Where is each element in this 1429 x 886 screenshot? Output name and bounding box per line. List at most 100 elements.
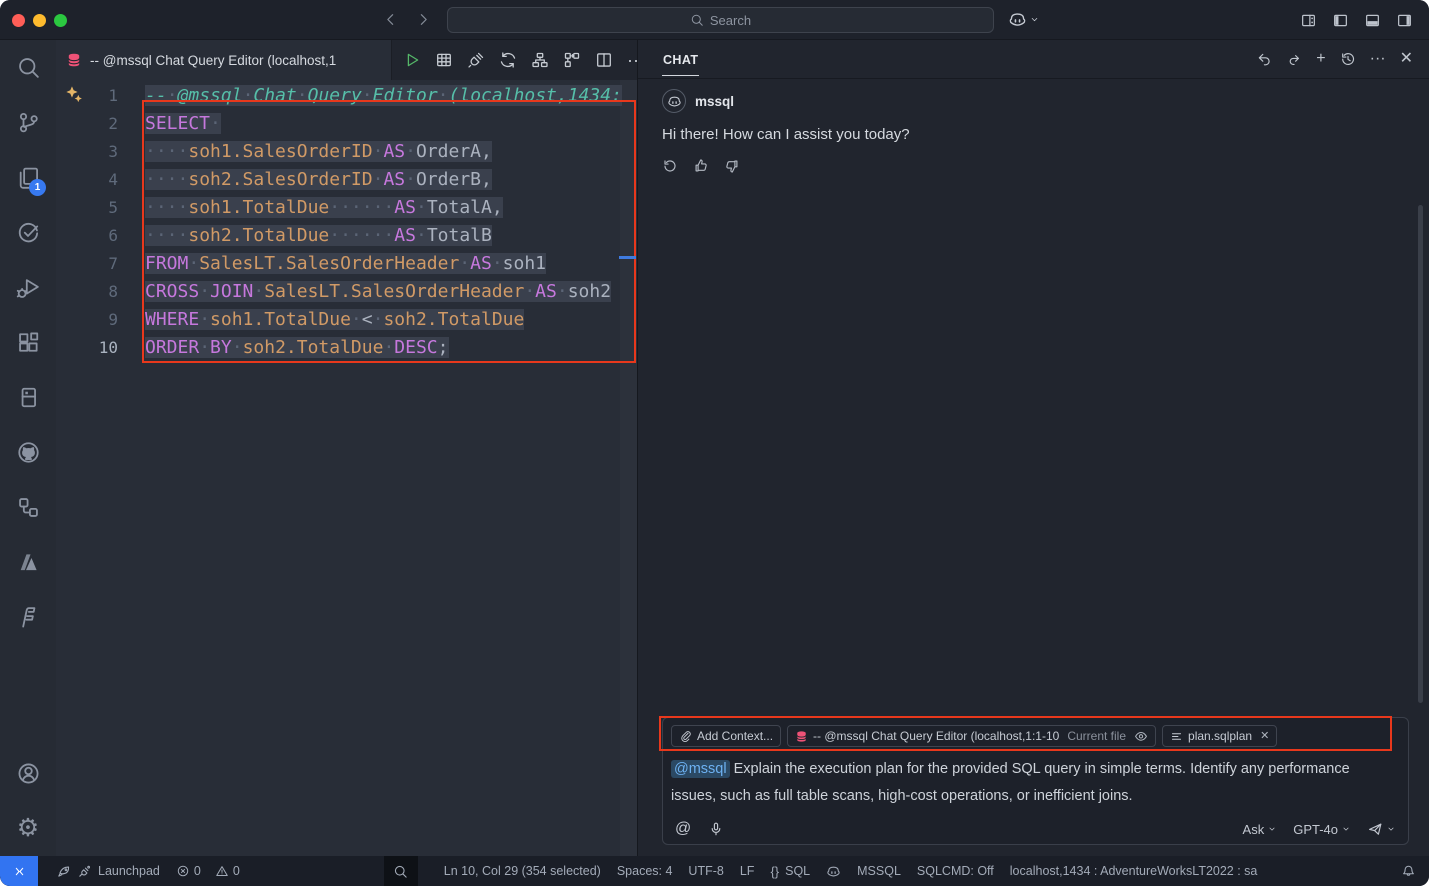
eol-status[interactable]: LF — [732, 864, 763, 878]
tab-chat[interactable]: CHAT — [662, 42, 699, 76]
thumbs-up-button[interactable] — [693, 158, 709, 174]
activity-item-sql-server[interactable] — [0, 370, 56, 425]
code-line-6[interactable]: 6 ····soh2.TotalDue······AS·TotalB — [56, 222, 637, 250]
panel-left-button[interactable] — [1332, 12, 1349, 29]
zoom-window-button[interactable] — [54, 14, 67, 27]
launchpad-status[interactable]: Launchpad — [48, 864, 168, 879]
code-line-4[interactable]: 4 ····soh2.SalesOrderID·AS·OrderB, — [56, 166, 637, 194]
notifications-status[interactable] — [1393, 864, 1429, 879]
activity-item-settings[interactable]: ⚙ — [0, 801, 56, 856]
mssql-provider-status[interactable]: MSSQL — [849, 864, 909, 878]
customize-layout-button[interactable] — [1300, 12, 1317, 29]
code-line-2[interactable]: 2 SELECT· — [56, 110, 637, 138]
chat-input-text[interactable]: @mssql Explain the execution plan for th… — [663, 747, 1408, 809]
parse-query-button[interactable] — [531, 51, 549, 69]
chat-more-button[interactable]: ··· — [1370, 51, 1386, 67]
customize-layout-icon — [1300, 12, 1317, 29]
thumb-down-icon — [724, 158, 740, 174]
minimize-window-button[interactable] — [33, 14, 46, 27]
paperclip-icon — [679, 730, 692, 743]
chat-new-chat-button[interactable]: + — [1316, 51, 1325, 67]
activity-item-source-control[interactable] — [0, 95, 56, 150]
sqlcmd-status[interactable]: SQLCMD: Off — [909, 864, 1002, 878]
close-button[interactable]: ✕ — [1260, 731, 1269, 742]
activity-item-object-explorer[interactable] — [0, 480, 56, 535]
editor-group: -- @mssql Chat Query Editor (localhost,1… — [56, 40, 637, 856]
panel-bottom-icon — [1364, 12, 1381, 29]
editor-toolbar: ··· — [392, 40, 645, 80]
ellipsis-icon: ··· — [1370, 51, 1386, 67]
copilot-status-status[interactable] — [818, 864, 849, 879]
indentation-status[interactable]: Spaces: 4 — [609, 864, 681, 878]
tab-chat-query-editor[interactable]: -- @mssql Chat Query Editor (localhost,1 — [56, 40, 392, 80]
check-circle-icon — [16, 220, 41, 245]
activity-item-fabric[interactable] — [0, 590, 56, 645]
copilot-menu-button[interactable] — [1008, 10, 1040, 29]
results-grid-button[interactable] — [435, 51, 453, 69]
change-connection-button[interactable] — [499, 51, 517, 69]
panel-bottom-button[interactable] — [1364, 12, 1381, 29]
line-number: 2 — [56, 110, 118, 138]
chat-scrollbar[interactable] — [1418, 205, 1423, 703]
chat-redo-button[interactable] — [1286, 51, 1302, 67]
command-center-search[interactable]: Search — [447, 7, 994, 33]
activity-item-run-and-debug[interactable] — [0, 260, 56, 315]
code-line-10[interactable]: 10 ORDER·BY·soh2.TotalDue·DESC; — [56, 334, 637, 362]
estimated-plan-button[interactable] — [563, 51, 581, 69]
model-picker[interactable]: GPT-4o — [1293, 822, 1351, 837]
arrow-left-button[interactable] — [382, 11, 399, 28]
mode-picker[interactable]: Ask — [1243, 822, 1278, 837]
thumbs-down-button[interactable] — [724, 158, 740, 174]
activity-item-github[interactable] — [0, 425, 56, 480]
close-icon: ✕ — [1400, 51, 1413, 67]
file-context-chip[interactable]: -- @mssql Chat Query Editor (localhost,1… — [787, 725, 1156, 747]
zoom-indicator-status[interactable] — [384, 856, 418, 886]
cursor-position-status[interactable]: Ln 10, Col 29 (354 selected) — [436, 864, 609, 878]
connection-info-status[interactable]: localhost,1434 : AdventureWorksLT2022 : … — [1002, 864, 1266, 878]
mention-context-button[interactable]: @ — [675, 821, 691, 837]
close-window-button[interactable] — [12, 14, 25, 27]
remote-indicator[interactable] — [0, 856, 38, 886]
code-line-3[interactable]: 3 ····soh1.SalesOrderID·AS·OrderA, — [56, 138, 637, 166]
code-line-1[interactable]: 1 --·@mssql·Chat·Query·Editor·(localhost… — [56, 82, 637, 110]
activity-item-query-history[interactable] — [0, 205, 56, 260]
chevron-down-icon — [1341, 824, 1351, 834]
language-mode-status[interactable]: {}SQL — [762, 864, 818, 878]
regenerate-button[interactable] — [662, 158, 678, 174]
disconnect-button[interactable] — [467, 51, 485, 69]
code-line-9[interactable]: 9 WHERE·soh1.TotalDue·<·soh2.TotalDue — [56, 306, 637, 334]
activity-bar: 1 ⚙ — [0, 40, 56, 856]
selection-cursor-mark — [619, 256, 636, 259]
chat-undo-button[interactable] — [1256, 51, 1272, 67]
activity-item-explorer[interactable]: 1 — [0, 150, 56, 205]
add-context-chip[interactable]: Add Context... — [671, 725, 781, 747]
search-icon — [16, 55, 41, 80]
voice-button[interactable] — [708, 821, 724, 837]
eye-button[interactable] — [1134, 729, 1148, 743]
tab-title: -- @mssql Chat Query Editor (localhost,1 — [90, 53, 336, 68]
activity-item-azure[interactable] — [0, 535, 56, 590]
run-query-button[interactable] — [403, 51, 421, 69]
problems-status[interactable]: 00 — [168, 864, 256, 878]
code-line-5[interactable]: 5 ····soh1.TotalDue······AS·TotalA, — [56, 194, 637, 222]
schema-icon — [531, 51, 549, 69]
code-line-7[interactable]: 7 FROM·SalesLT.SalesOrderHeader·AS·soh1 — [56, 250, 637, 278]
code-line-8[interactable]: 8 CROSS·JOIN·SalesLT.SalesOrderHeader·AS… — [56, 278, 637, 306]
split-editor-button[interactable] — [595, 51, 613, 69]
activity-item-extensions[interactable] — [0, 315, 56, 370]
chat-close-button[interactable]: ✕ — [1400, 51, 1413, 67]
chat-history-button[interactable] — [1340, 51, 1356, 67]
chat-panel-header: CHAT + ··· ✕ — [638, 40, 1429, 79]
activity-item-account[interactable] — [0, 746, 56, 801]
encoding-status[interactable]: UTF-8 — [680, 864, 731, 878]
send-button[interactable] — [1367, 821, 1396, 837]
braces-icon: {} — [770, 865, 779, 878]
plan-file-chip[interactable]: plan.sqlplan ✕ — [1162, 725, 1277, 747]
activity-item-search[interactable] — [0, 40, 56, 95]
layout-controls — [1300, 12, 1413, 29]
copilot-sparkle-icon[interactable] — [65, 85, 83, 103]
code-editor[interactable]: 1 --·@mssql·Chat·Query·Editor·(localhost… — [56, 80, 637, 856]
arrow-right-button[interactable] — [415, 11, 432, 28]
message-author: mssql — [695, 94, 734, 109]
panel-right-button[interactable] — [1396, 12, 1413, 29]
